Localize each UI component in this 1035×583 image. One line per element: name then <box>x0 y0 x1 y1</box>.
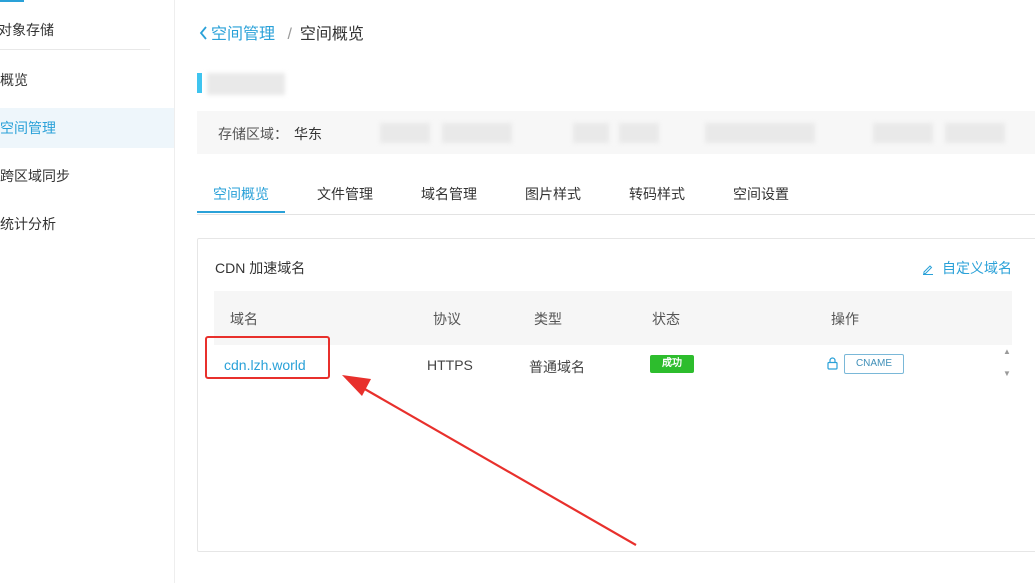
breadcrumb-separator: / <box>287 26 292 43</box>
redacted-info-3 <box>573 123 609 143</box>
type-cell: 普通域名 <box>529 359 585 375</box>
card-title: CDN 加速域名 <box>215 260 306 276</box>
tab-transcode-styles[interactable]: 转码样式 <box>629 184 685 204</box>
column-header-type: 类型 <box>534 311 562 327</box>
tab-image-styles[interactable]: 图片样式 <box>525 184 581 204</box>
region-value: 华东 <box>294 126 322 142</box>
column-header-domain: 域名 <box>230 311 258 327</box>
tab-file-management[interactable]: 文件管理 <box>317 184 373 204</box>
tab-domain-management[interactable]: 域名管理 <box>421 184 477 204</box>
sidebar-item-overview[interactable]: 概览 <box>0 60 174 100</box>
tab-bar: 空间概览 文件管理 域名管理 图片样式 转码样式 空间设置 <box>197 172 1035 215</box>
bucket-info-bar: 存储区域： 华东 <box>197 111 1035 154</box>
redacted-info-7 <box>945 123 1005 143</box>
scroll-up-icon[interactable]: ▲ <box>1003 347 1011 356</box>
sidebar: 对象存储 概览 空间管理 跨区域同步 统计分析 <box>0 0 175 583</box>
active-tab-indicator <box>197 211 285 213</box>
redacted-info-1 <box>380 123 430 143</box>
cdn-domain-card: CDN 加速域名 自定义域名 域名 协议 类型 状态 操作 cdn.lzh.wo… <box>197 238 1035 552</box>
status-badge: 成功 <box>650 355 694 373</box>
annotation-highlight-box <box>205 336 330 379</box>
redacted-info-6 <box>873 123 933 143</box>
column-header-actions: 操作 <box>831 311 859 327</box>
chevron-left-icon <box>199 26 207 40</box>
table-scrollbar[interactable]: ▲ ▼ <box>1000 345 1014 383</box>
breadcrumb-back-label: 空间管理 <box>211 26 276 43</box>
breadcrumb: 空间管理 / 空间概览 <box>199 20 364 44</box>
protocol-cell: HTTPS <box>427 357 473 373</box>
redacted-info-5 <box>705 123 815 143</box>
table-row: cdn.lzh.world HTTPS 普通域名 成功 CNAME <box>214 345 996 385</box>
column-header-status: 状态 <box>652 311 680 327</box>
column-header-protocol: 协议 <box>433 311 461 327</box>
breadcrumb-back-link[interactable]: 空间管理 <box>199 26 279 43</box>
sidebar-item-cross-region-sync[interactable]: 跨区域同步 <box>0 156 174 196</box>
sidebar-title: 对象存储 <box>0 0 150 50</box>
redacted-info-4 <box>619 123 659 143</box>
scroll-down-icon[interactable]: ▼ <box>1003 369 1011 378</box>
sidebar-item-statistics[interactable]: 统计分析 <box>0 204 174 244</box>
tab-bucket-settings[interactable]: 空间设置 <box>733 184 789 204</box>
redacted-info-2 <box>442 123 512 143</box>
table-header: 域名 协议 类型 状态 操作 <box>214 291 1012 345</box>
lock-icon[interactable] <box>827 357 838 370</box>
bucket-name-redacted <box>207 73 285 95</box>
custom-domain-label: 自定义域名 <box>942 260 1012 276</box>
sidebar-item-bucket-management[interactable]: 空间管理 <box>0 108 174 148</box>
custom-domain-link[interactable]: 自定义域名 <box>922 258 1012 278</box>
region-label: 存储区域： <box>218 126 288 142</box>
breadcrumb-current: 空间概览 <box>299 26 364 43</box>
edit-icon <box>923 265 933 275</box>
tab-bucket-overview[interactable]: 空间概览 <box>213 184 269 204</box>
cname-button[interactable]: CNAME <box>844 354 904 374</box>
bucket-name-marker <box>197 73 202 93</box>
